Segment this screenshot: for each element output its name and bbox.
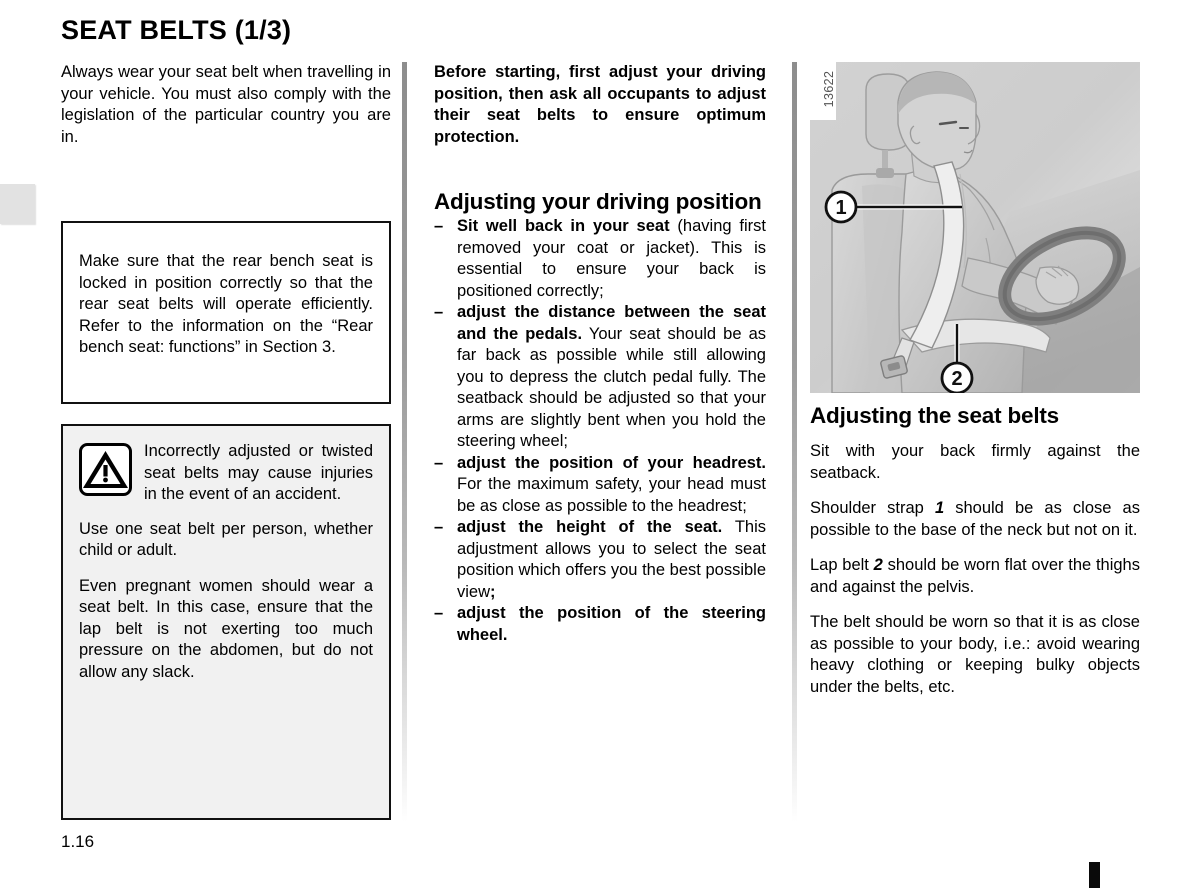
safety-warning-box: Incorrectly adjusted or twisted seat bel… (61, 424, 391, 820)
adjusting-driving-position-heading: Adjusting your driving position (434, 189, 762, 214)
column-divider-left (402, 62, 407, 822)
section-edge-tab (0, 184, 35, 224)
shoulder-strap-text-before: Shoulder strap (810, 499, 935, 517)
right-paragraph-3: Lap belt 2 should be worn flat over the … (810, 555, 1140, 598)
middle-column: Before starting, first adjust your drivi… (434, 62, 766, 646)
callout-reference-2: 2 (873, 556, 883, 574)
bullet-dash: – (434, 453, 444, 472)
right-paragraph-4: The belt should be worn so that it is as… (810, 613, 1140, 696)
bullet-body: Your seat should be as far back as possi… (457, 324, 766, 451)
right-paragraph-1: Sit with your back firmly against the se… (810, 442, 1140, 482)
list-item: – Sit well back in your seat (having firs… (434, 216, 766, 302)
adjusting-seat-belts-heading: Adjusting the seat belts (810, 403, 1059, 428)
list-item: – adjust the height of the seat. This adj… (434, 517, 766, 603)
warning-paragraph-3: Even pregnant women should wear a seat b… (79, 576, 373, 681)
column-divider-right (792, 62, 797, 822)
right-paragraph-2: Shoulder strap 1 should be as close as p… (810, 498, 1140, 541)
bullet-dash: – (434, 217, 444, 235)
before-starting-lead: Before starting, first adjust your drivi… (434, 63, 766, 146)
seat-belt-illustration: 1 2 (810, 62, 1140, 393)
list-item: – adjust the position of the steering whe… (434, 603, 766, 646)
left-column: Always wear your seat belt when travelli… (61, 62, 391, 148)
callout-reference-1: 1 (934, 499, 945, 517)
list-item: – adjust the position of your headrest. F… (434, 453, 766, 518)
list-item: – adjust the distance between the seat an… (434, 302, 766, 453)
svg-text:1: 1 (835, 197, 846, 219)
rear-bench-seat-note-box: Make sure that the rear bench seat is lo… (61, 221, 391, 404)
bullet-bold-lead: Sit well back in your seat (457, 217, 670, 235)
warning-paragraph-2: Use one seat belt per person, whether ch… (79, 519, 373, 560)
bullet-body: For the maximum safety, your head must b… (457, 475, 766, 515)
warning-triangle-icon (79, 443, 132, 496)
page-title: SEAT BELTS (1/3) (61, 15, 292, 45)
svg-text:2: 2 (951, 368, 962, 390)
rear-bench-seat-note-text: Make sure that the rear bench seat is lo… (79, 252, 373, 356)
bullet-dash: – (434, 303, 444, 321)
page-number: 1.16 (61, 832, 95, 851)
driving-position-bullet-list: – Sit well back in your seat (having firs… (434, 216, 766, 646)
bullet-dash: – (434, 518, 444, 536)
lap-belt-text-before: Lap belt (810, 556, 874, 574)
intro-paragraph: Always wear your seat belt when travelli… (61, 63, 391, 146)
bullet-trailing-bold: ; (490, 582, 496, 601)
bullet-bold-lead: adjust the position of the steering whee… (457, 604, 766, 644)
right-column: Adjusting the seat belts Sit with your b… (810, 403, 1140, 698)
bullet-bold-lead: adjust the position of your headrest. (457, 453, 766, 472)
manual-page: SEAT BELTS (1/3) Always wear your seat b… (0, 0, 1200, 888)
bullet-bold-lead: adjust the height of the seat. (457, 518, 723, 536)
print-registration-mark (1089, 862, 1100, 888)
bullet-dash: – (434, 604, 444, 622)
figure-number-text: 13622 (822, 70, 836, 108)
figure-number-label: 13622 (810, 62, 836, 120)
